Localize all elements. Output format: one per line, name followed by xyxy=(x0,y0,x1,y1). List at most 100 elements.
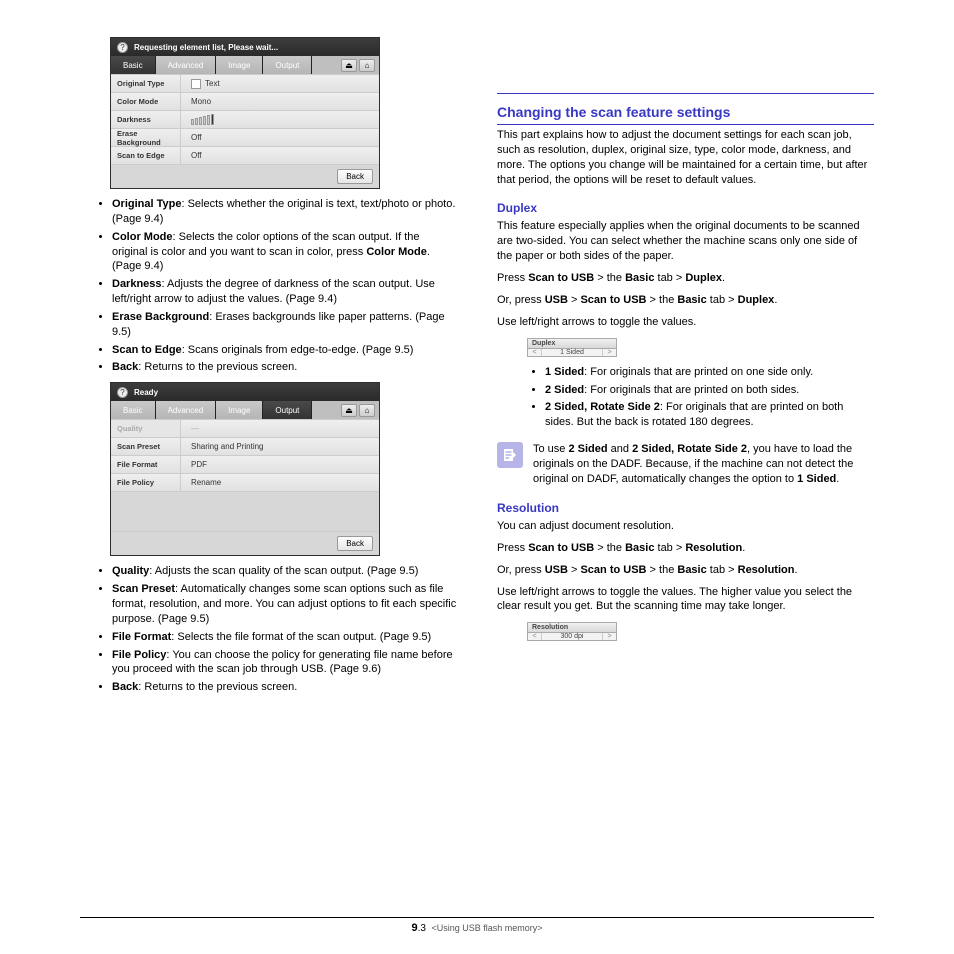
resolution-nav-1: Press Scan to USB > the Basic tab > Reso… xyxy=(497,540,874,557)
duplex-nav-1: Press Scan to USB > the Basic tab > Dupl… xyxy=(497,270,874,287)
row-darkness: Darkness xyxy=(111,110,379,128)
help-icon: ? xyxy=(117,42,128,53)
list-item: Color Mode: Selects the color options of… xyxy=(112,230,457,275)
list-item: 2 Sided, Rotate Side 2: For originals th… xyxy=(545,400,874,430)
mini-row: < 1 Sided > xyxy=(527,349,617,357)
panel-toolbar-icons: ⏏ ⌂ xyxy=(341,401,379,419)
page-number: .3 xyxy=(418,923,426,934)
panel-tabs: Basic Advanced Image Output ⏏ ⌂ xyxy=(111,56,379,74)
tab-advanced[interactable]: Advanced xyxy=(156,56,217,74)
mini-value: 1 Sided xyxy=(542,349,602,356)
two-column-layout: ? Requesting element list, Please wait..… xyxy=(80,30,874,699)
panel-footer: Back xyxy=(111,164,379,188)
panel-body: Quality — Scan Preset Sharing and Printi… xyxy=(111,419,379,531)
row-value[interactable]: Mono xyxy=(181,93,379,110)
output-tab-descriptions: Quality: Adjusts the scan quality of the… xyxy=(80,564,457,695)
duplex-options-list: 1 Sided: For originals that are printed … xyxy=(497,365,874,430)
image-tab-descriptions: Original Type: Selects whether the origi… xyxy=(80,197,457,375)
row-value[interactable]: Off xyxy=(181,129,379,146)
row-label: Erase Background xyxy=(111,129,181,146)
row-file-policy: File Policy Rename xyxy=(111,473,379,491)
resolution-toggle-text: Use left/right arrows to toggle the valu… xyxy=(497,585,874,615)
back-button[interactable]: Back xyxy=(337,169,373,184)
row-original-type: Original Type Text xyxy=(111,74,379,92)
list-item: Scan Preset: Automatically changes some … xyxy=(112,582,457,627)
right-arrow-icon[interactable]: > xyxy=(602,633,616,640)
panel-empty-space xyxy=(111,491,379,531)
heading-bottom-rule xyxy=(497,124,874,125)
list-item: Erase Background: Erases backgrounds lik… xyxy=(112,310,457,340)
back-button[interactable]: Back xyxy=(337,536,373,551)
panel-titlebar: ? Ready xyxy=(111,383,379,401)
row-scan-preset: Scan Preset Sharing and Printing xyxy=(111,437,379,455)
list-item: Back: Returns to the previous screen. xyxy=(112,680,457,695)
row-value[interactable]: Text xyxy=(181,75,379,92)
resolution-nav-2: Or, press USB > Scan to USB > the Basic … xyxy=(497,562,874,579)
page-footer: 9.3 <Using USB flash memory> xyxy=(80,917,874,934)
row-file-format: File Format PDF xyxy=(111,455,379,473)
usb-eject-icon[interactable]: ⏏ xyxy=(341,404,357,417)
duplex-description: This feature especially applies when the… xyxy=(497,219,874,264)
resolution-subheading: Resolution xyxy=(497,501,874,515)
tab-basic[interactable]: Basic xyxy=(111,56,156,74)
list-item: 1 Sided: For originals that are printed … xyxy=(545,365,874,380)
usb-eject-icon[interactable]: ⏏ xyxy=(341,59,357,72)
row-label: Scan to Edge xyxy=(111,147,181,164)
panel-body: Original Type Text Color Mode Mono Darkn… xyxy=(111,74,379,164)
left-arrow-icon[interactable]: < xyxy=(528,349,542,356)
list-item: Original Type: Selects whether the origi… xyxy=(112,197,457,227)
mini-label: Resolution xyxy=(527,622,617,633)
section-heading: Changing the scan feature settings xyxy=(497,104,874,120)
footer-caption: <Using USB flash memory> xyxy=(431,923,542,933)
tab-image[interactable]: Image xyxy=(216,401,263,419)
list-item: Darkness: Adjusts the degree of darkness… xyxy=(112,277,457,307)
list-item: File Format: Selects the file format of … xyxy=(112,630,457,645)
row-value[interactable]: Rename xyxy=(181,474,379,491)
tab-output[interactable]: Output xyxy=(263,56,312,74)
row-label: Darkness xyxy=(111,111,181,128)
tab-basic[interactable]: Basic xyxy=(111,401,156,419)
tab-image[interactable]: Image xyxy=(216,56,263,74)
resolution-description: You can adjust document resolution. xyxy=(497,519,874,534)
heading-top-rule xyxy=(497,93,874,94)
document-page: ? Requesting element list, Please wait..… xyxy=(0,0,954,954)
row-value[interactable]: PDF xyxy=(181,456,379,473)
right-column: Changing the scan feature settings This … xyxy=(497,30,874,699)
row-scan-to-edge: Scan to Edge Off xyxy=(111,146,379,164)
row-label: Original Type xyxy=(111,75,181,92)
help-icon: ? xyxy=(117,387,128,398)
home-icon[interactable]: ⌂ xyxy=(359,59,375,72)
right-arrow-icon[interactable]: > xyxy=(602,349,616,356)
panel-status-text: Ready xyxy=(134,388,158,397)
row-value[interactable] xyxy=(181,111,379,128)
section-intro: This part explains how to adjust the doc… xyxy=(497,128,874,187)
row-value: — xyxy=(181,420,379,437)
text-icon xyxy=(191,79,201,89)
mini-label: Duplex xyxy=(527,338,617,349)
scan-panel-output-tab-screenshot: ? Ready Basic Advanced Image Output ⏏ ⌂ … xyxy=(110,382,380,556)
list-item: Quality: Adjusts the scan quality of the… xyxy=(112,564,457,579)
duplex-mini-widget: Duplex < 1 Sided > xyxy=(527,338,617,357)
panel-status-text: Requesting element list, Please wait... xyxy=(134,43,278,52)
scan-panel-image-tab-screenshot: ? Requesting element list, Please wait..… xyxy=(110,37,380,189)
home-icon[interactable]: ⌂ xyxy=(359,404,375,417)
row-label: File Format xyxy=(111,456,181,473)
darkness-bars-icon xyxy=(191,114,214,125)
row-value[interactable]: Off xyxy=(181,147,379,164)
tab-advanced[interactable]: Advanced xyxy=(156,401,217,419)
row-value[interactable]: Sharing and Printing xyxy=(181,438,379,455)
list-item: Scan to Edge: Scans originals from edge-… xyxy=(112,343,457,358)
mini-row: < 300 dpi > xyxy=(527,633,617,641)
tab-output[interactable]: Output xyxy=(263,401,312,419)
panel-titlebar: ? Requesting element list, Please wait..… xyxy=(111,38,379,56)
row-label: Scan Preset xyxy=(111,438,181,455)
panel-tabs: Basic Advanced Image Output ⏏ ⌂ xyxy=(111,401,379,419)
panel-toolbar-icons: ⏏ ⌂ xyxy=(341,56,379,74)
row-color-mode: Color Mode Mono xyxy=(111,92,379,110)
row-label: File Policy xyxy=(111,474,181,491)
row-label: Color Mode xyxy=(111,93,181,110)
duplex-toggle-text: Use left/right arrows to toggle the valu… xyxy=(497,315,874,330)
panel-footer: Back xyxy=(111,531,379,555)
note-text: To use 2 Sided and 2 Sided, Rotate Side … xyxy=(533,442,874,487)
left-arrow-icon[interactable]: < xyxy=(528,633,542,640)
